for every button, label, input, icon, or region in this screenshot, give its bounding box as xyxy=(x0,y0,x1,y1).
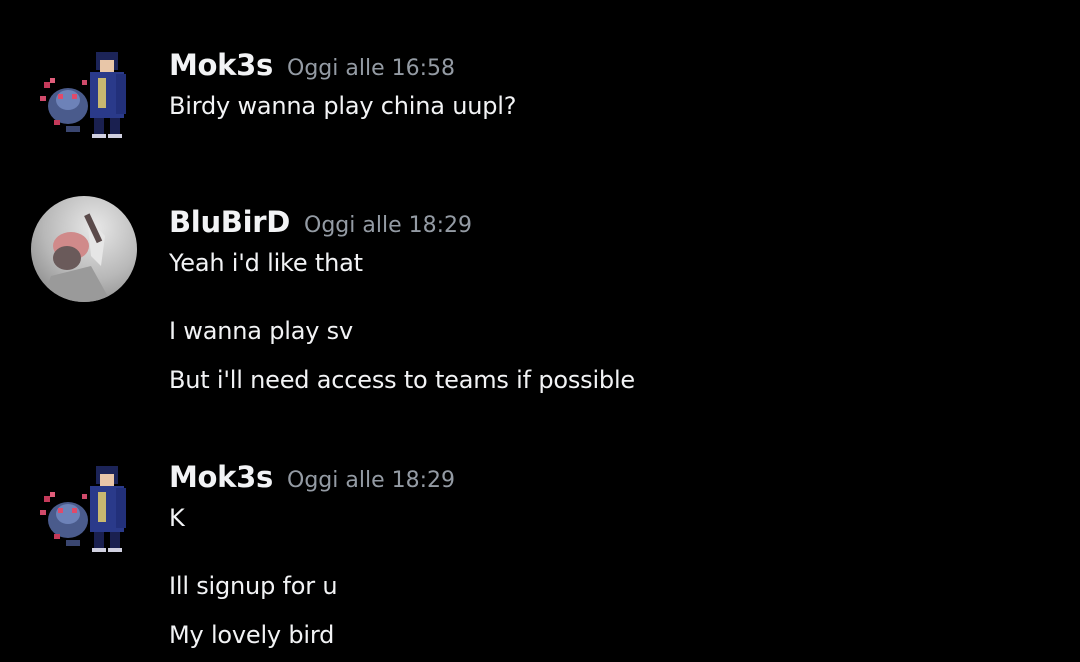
message-text: Birdy wanna play china uupl? xyxy=(169,92,517,120)
timestamp: Oggi alle 18:29 xyxy=(287,468,456,493)
username[interactable]: Mok3s xyxy=(169,460,273,494)
timestamp: Oggi alle 18:29 xyxy=(304,213,473,238)
pixel-character-avatar-icon xyxy=(40,466,126,552)
message-text: Ill signup for u xyxy=(169,572,338,600)
author-line: Mok3s Oggi alle 16:58 xyxy=(169,48,455,82)
message-text: But i'll need access to teams if possibl… xyxy=(169,366,635,394)
blurred-photo-avatar-icon xyxy=(31,196,137,302)
avatar[interactable] xyxy=(30,452,138,560)
pixel-character-avatar-icon xyxy=(40,52,126,138)
username[interactable]: Mok3s xyxy=(169,48,273,82)
message-text: My lovely bird xyxy=(169,621,335,649)
avatar[interactable] xyxy=(30,38,138,146)
timestamp: Oggi alle 16:58 xyxy=(287,56,456,81)
username[interactable]: BluBirD xyxy=(169,205,290,239)
message-text: I wanna play sv xyxy=(169,317,353,345)
message-text: K xyxy=(169,504,185,532)
message-text: Yeah i'd like that xyxy=(169,249,363,277)
author-line: BluBirD Oggi alle 18:29 xyxy=(169,205,472,239)
avatar[interactable] xyxy=(31,196,137,302)
author-line: Mok3s Oggi alle 18:29 xyxy=(169,460,455,494)
